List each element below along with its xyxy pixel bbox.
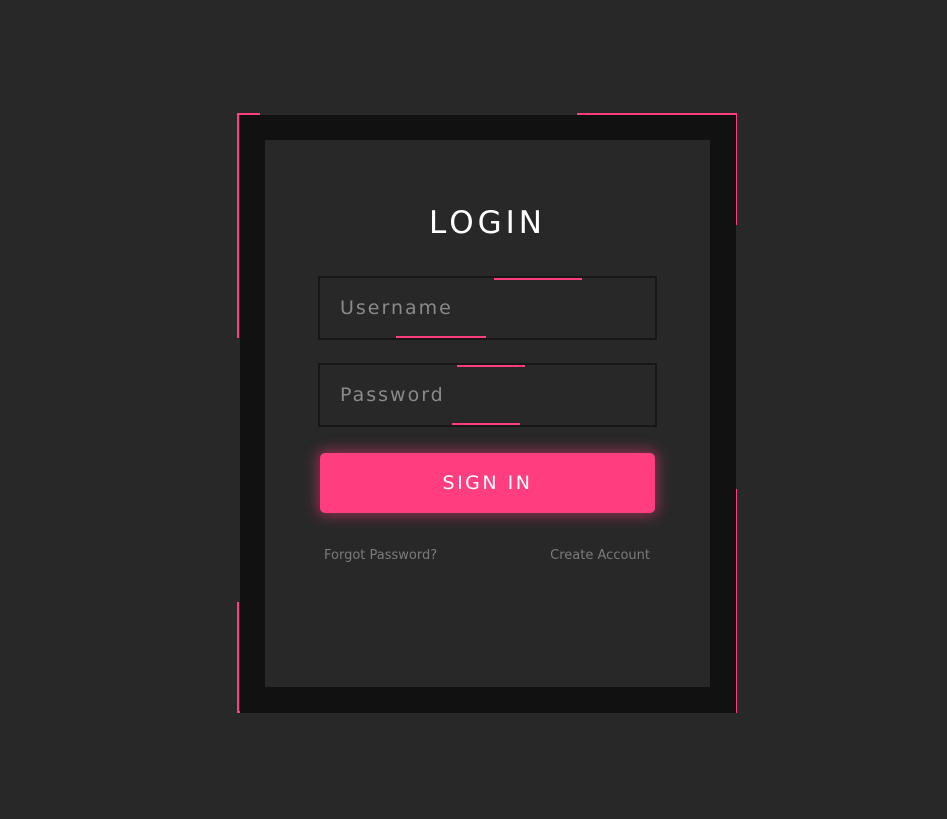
username-bottom-accent-line — [396, 336, 486, 338]
username-top-accent-line — [494, 278, 582, 280]
password-field — [318, 363, 657, 427]
sign-in-button[interactable]: SIGN IN — [320, 453, 655, 513]
password-top-accent-line — [457, 365, 525, 367]
password-input[interactable] — [320, 365, 655, 425]
username-input[interactable] — [320, 278, 655, 338]
username-field — [318, 276, 657, 340]
create-account-link[interactable]: Create Account — [550, 548, 650, 563]
corner-accent-bottom-left-vertical — [237, 602, 239, 713]
forgot-password-link[interactable]: Forgot Password? — [324, 548, 437, 563]
login-title: LOGIN — [429, 205, 546, 241]
corner-accent-top-left-vertical — [237, 113, 239, 338]
password-bottom-accent-line — [452, 423, 520, 425]
login-page: LOGIN SIGN IN Forgot Password? Create Ac… — [0, 0, 947, 819]
